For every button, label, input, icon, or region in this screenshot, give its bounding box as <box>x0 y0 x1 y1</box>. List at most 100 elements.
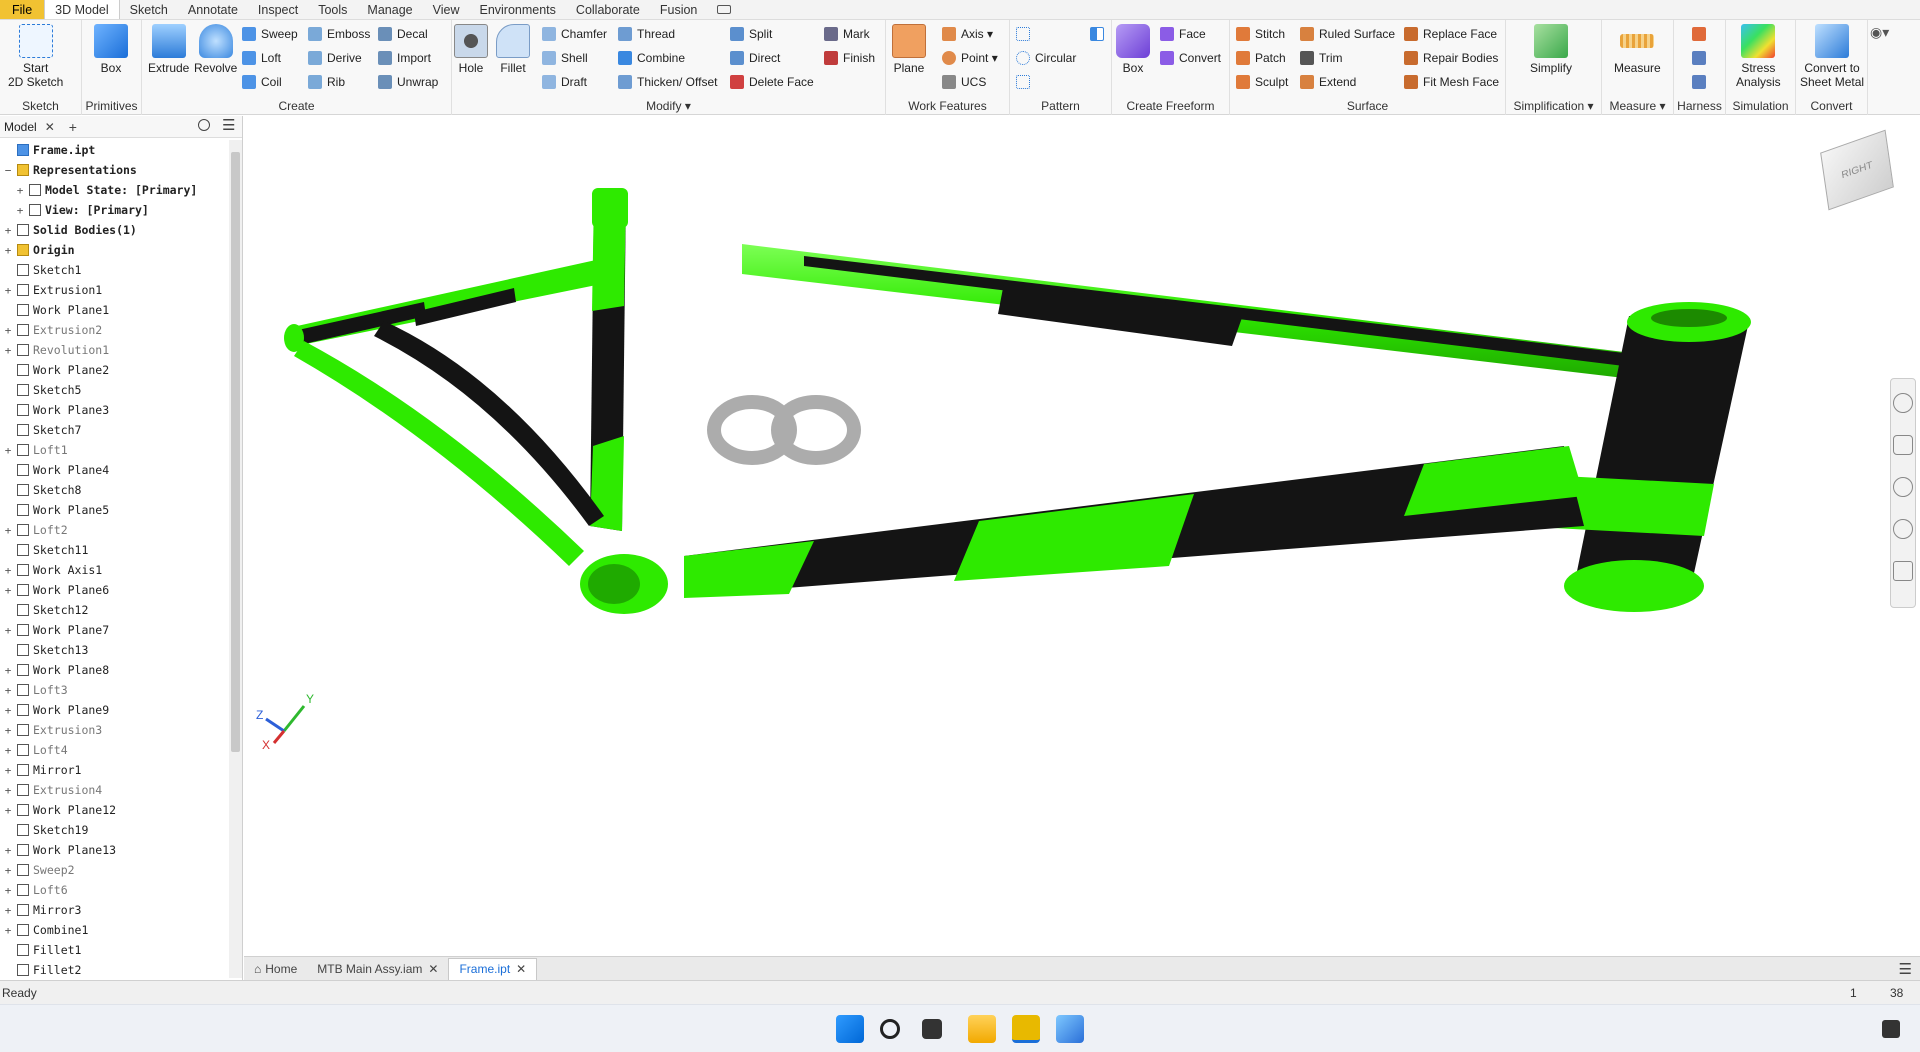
expand-toggle-icon[interactable]: + <box>3 584 13 597</box>
patch-button[interactable]: Patch <box>1236 48 1286 68</box>
expand-toggle-icon[interactable]: + <box>3 284 13 297</box>
expand-toggle-icon[interactable]: + <box>3 904 13 917</box>
photos-icon[interactable] <box>1056 1015 1084 1043</box>
tree-node[interactable]: Sketch8 <box>0 480 228 500</box>
freeform-convert-button[interactable]: Convert <box>1160 48 1221 68</box>
expand-toggle-icon[interactable]: + <box>3 664 13 677</box>
menu-view[interactable]: View <box>423 0 470 19</box>
combine-button[interactable]: Combine <box>618 48 685 68</box>
search-icon[interactable] <box>198 119 210 131</box>
harness-button-3[interactable] <box>1692 72 1711 92</box>
task-view-icon[interactable] <box>922 1019 942 1039</box>
split-button[interactable]: Split <box>730 24 772 44</box>
derive-button[interactable]: Derive <box>308 48 362 68</box>
ribbon-options-icon[interactable]: ◉▾ <box>1870 24 1889 41</box>
tab-list-icon[interactable]: ☰ <box>1899 960 1912 978</box>
expand-toggle-icon[interactable]: − <box>3 164 13 177</box>
tree-node[interactable]: Sketch12 <box>0 600 228 620</box>
revolve-button[interactable]: Revolve <box>194 24 237 75</box>
tree-node[interactable]: + Loft1 <box>0 440 228 460</box>
tree-node[interactable]: + Extrusion3 <box>0 720 228 740</box>
close-tab-icon[interactable]: ✕ <box>516 958 526 980</box>
menu-file[interactable]: File <box>0 0 45 19</box>
rectangular-pattern-button[interactable] <box>1016 24 1035 44</box>
measure-button[interactable]: Measure <box>1614 24 1661 75</box>
expand-toggle-icon[interactable]: + <box>3 444 13 457</box>
mirror-button[interactable] <box>1090 24 1109 44</box>
trim-button[interactable]: Trim <box>1300 48 1343 68</box>
tree-node[interactable]: Sketch11 <box>0 540 228 560</box>
tree-scrollbar-thumb[interactable] <box>231 152 240 752</box>
tree-node[interactable]: + Loft2 <box>0 520 228 540</box>
expand-toggle-icon[interactable]: + <box>3 804 13 817</box>
freeform-box-button[interactable]: Box <box>1116 24 1150 75</box>
tree-node[interactable]: + Solid Bodies(1) <box>0 220 228 240</box>
windows-start-icon[interactable] <box>836 1015 864 1043</box>
chamfer-button[interactable]: Chamfer <box>542 24 607 44</box>
sketch-pattern-button[interactable] <box>1016 72 1035 92</box>
rib-button[interactable]: Rib <box>308 72 345 92</box>
repair-bodies-button[interactable]: Repair Bodies <box>1404 48 1498 68</box>
tree-node[interactable]: + Mirror1 <box>0 760 228 780</box>
coil-button[interactable]: Coil <box>242 72 282 92</box>
measure-panel-label[interactable]: Measure ▾ <box>1602 99 1673 113</box>
tree-node[interactable]: + Work Plane13 <box>0 840 228 860</box>
fillet-button[interactable]: Fillet <box>496 24 530 75</box>
model-tab[interactable]: Model <box>4 120 37 134</box>
menu-icon[interactable]: ☰ <box>222 116 235 134</box>
simplify-button[interactable]: Simplify <box>1530 24 1572 75</box>
draft-button[interactable]: Draft <box>542 72 587 92</box>
tree-node[interactable]: Fillet2 <box>0 960 228 978</box>
tree-node[interactable]: + Extrusion4 <box>0 780 228 800</box>
axis-button[interactable]: Axis ▾ <box>942 24 993 44</box>
tree-node[interactable]: + Work Axis1 <box>0 560 228 580</box>
file-explorer-icon[interactable] <box>968 1015 996 1043</box>
menu-sketch[interactable]: Sketch <box>120 0 178 19</box>
circular-pattern-button[interactable]: Circular <box>1016 48 1076 68</box>
expand-toggle-icon[interactable]: + <box>15 184 25 197</box>
tree-node[interactable]: + Work Plane9 <box>0 700 228 720</box>
simplification-panel-label[interactable]: Simplification ▾ <box>1506 99 1601 113</box>
tree-scrollbar[interactable] <box>229 140 242 978</box>
menu-3d-model[interactable]: 3D Model <box>44 0 120 19</box>
tree-node[interactable]: Work Plane5 <box>0 500 228 520</box>
expand-toggle-icon[interactable]: + <box>3 924 13 937</box>
sweep-button[interactable]: Sweep <box>242 24 298 44</box>
tree-node[interactable]: + Mirror3 <box>0 900 228 920</box>
thicken-offset-button[interactable]: Thicken/ Offset <box>618 72 717 92</box>
tree-node[interactable]: + Work Plane12 <box>0 800 228 820</box>
tree-node[interactable]: + Extrusion2 <box>0 320 228 340</box>
sculpt-button[interactable]: Sculpt <box>1236 72 1288 92</box>
emboss-button[interactable]: Emboss <box>308 24 370 44</box>
mark-button[interactable]: Mark <box>824 24 870 44</box>
search-icon[interactable] <box>880 1019 900 1039</box>
add-icon[interactable]: + <box>69 119 77 135</box>
graphics-viewport[interactable]: Y Z X RIGHT _ ❐ ✕ <box>244 116 1920 956</box>
tree-node[interactable]: Sketch5 <box>0 380 228 400</box>
tree-node[interactable]: + Loft4 <box>0 740 228 760</box>
tree-node[interactable]: + Work Plane6 <box>0 580 228 600</box>
tree-node[interactable]: Fillet1 <box>0 940 228 960</box>
tree-node[interactable]: Frame.ipt <box>0 140 228 160</box>
expand-toggle-icon[interactable]: + <box>3 744 13 757</box>
tree-node[interactable]: + Combine1 <box>0 920 228 940</box>
expand-toggle-icon[interactable]: + <box>3 244 13 257</box>
menu-manage[interactable]: Manage <box>357 0 422 19</box>
tree-node[interactable]: Sketch13 <box>0 640 228 660</box>
fit-mesh-face-button[interactable]: Fit Mesh Face <box>1404 72 1499 92</box>
tree-node[interactable]: Sketch7 <box>0 420 228 440</box>
hole-button[interactable]: Hole <box>454 24 488 75</box>
finish-button[interactable]: Finish <box>824 48 875 68</box>
inventor-icon[interactable] <box>1012 1015 1040 1043</box>
expand-toggle-icon[interactable]: + <box>3 684 13 697</box>
extend-button[interactable]: Extend <box>1300 72 1356 92</box>
expand-toggle-icon[interactable]: + <box>3 564 13 577</box>
look-at-icon[interactable] <box>1893 561 1913 581</box>
tree-node[interactable]: + Extrusion1 <box>0 280 228 300</box>
thread-button[interactable]: Thread <box>618 24 675 44</box>
stress-analysis-button[interactable]: Stress Analysis <box>1736 24 1781 89</box>
menu-inspect[interactable]: Inspect <box>248 0 308 19</box>
expand-toggle-icon[interactable]: + <box>3 224 13 237</box>
expand-toggle-icon[interactable]: + <box>3 784 13 797</box>
menu-annotate[interactable]: Annotate <box>178 0 248 19</box>
